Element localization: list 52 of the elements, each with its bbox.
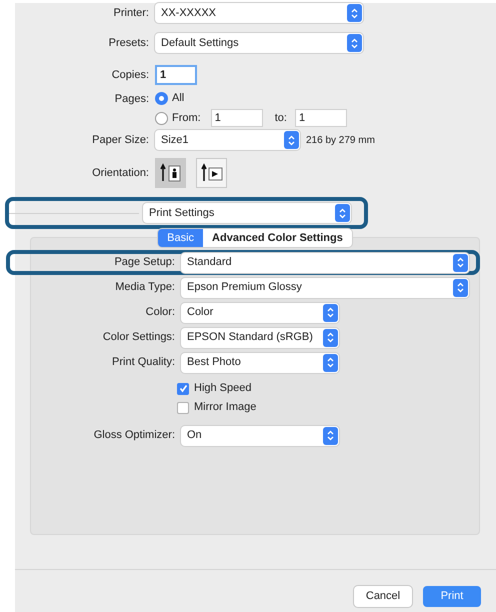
stepper-icon: [323, 328, 338, 346]
checkbox-label: High Speed: [194, 381, 252, 396]
field-label: Color Settings:: [102, 330, 176, 346]
stepper-icon: [323, 354, 338, 372]
pane-menu[interactable]: Print Settings: [143, 203, 351, 223]
popup-menu[interactable]: Color: [181, 302, 339, 322]
popup-menu[interactable]: On: [181, 426, 339, 446]
stepper-icon: [323, 426, 338, 444]
tab[interactable]: Basic: [158, 229, 204, 247]
field-label: Media Type:: [114, 280, 176, 296]
orientation-button[interactable]: [155, 158, 186, 188]
copies-field[interactable]: 1: [155, 65, 197, 85]
popup-menu[interactable]: Best Photo: [181, 352, 339, 372]
field-label: Copies:: [110, 68, 150, 83]
orientation-button[interactable]: [196, 158, 227, 188]
stepper-icon: [347, 4, 362, 22]
radio-button[interactable]: [155, 92, 168, 104]
checkbox-label: Mirror Image: [194, 400, 256, 416]
stepper-icon: [284, 131, 299, 149]
field-label: Paper Size:: [91, 132, 150, 148]
from-field[interactable]: 1: [210, 109, 263, 127]
popup-menu[interactable]: Default Settings: [155, 33, 363, 53]
field-label: Presets:: [108, 36, 150, 51]
field-label: Printer:: [112, 6, 150, 21]
field-label: Print Quality:: [111, 355, 176, 370]
field-label: to:: [274, 110, 287, 126]
radio-button[interactable]: [155, 112, 168, 124]
popup-menu[interactable]: EPSON Standard (sRGB): [181, 328, 339, 348]
portrait-page-icon: [160, 163, 182, 183]
stepper-icon: [347, 34, 362, 52]
checkbox[interactable]: [177, 382, 189, 394]
popup-menu[interactable]: Size1: [155, 130, 300, 150]
popup-menu[interactable]: Epson Premium Glossy: [181, 278, 469, 298]
field-label: Pages:: [114, 92, 150, 107]
to-field[interactable]: 1: [294, 109, 347, 127]
field-label: Gloss Optimizer:: [92, 428, 176, 444]
stepper-icon: [323, 304, 338, 322]
popup-menu[interactable]: Standard: [181, 252, 469, 272]
tab[interactable]: Advanced Color Settings: [203, 229, 352, 247]
stepper-icon: [453, 254, 468, 272]
option-label: All: [172, 90, 184, 106]
field-label: Orientation:: [91, 166, 150, 181]
field-label: Page Setup:: [113, 255, 176, 270]
checkbox[interactable]: [177, 402, 189, 414]
option-label: From:: [172, 110, 201, 126]
field-label: Color:: [144, 305, 176, 320]
stepper-icon: [335, 204, 350, 222]
stepper-icon: [453, 278, 468, 296]
popup-menu[interactable]: XX-XXXXX: [155, 3, 363, 23]
landscape-page-icon: [200, 163, 222, 183]
cancel-button[interactable]: Cancel: [354, 586, 412, 607]
paper-dimensions: 216 by 279 mm: [306, 134, 375, 148]
